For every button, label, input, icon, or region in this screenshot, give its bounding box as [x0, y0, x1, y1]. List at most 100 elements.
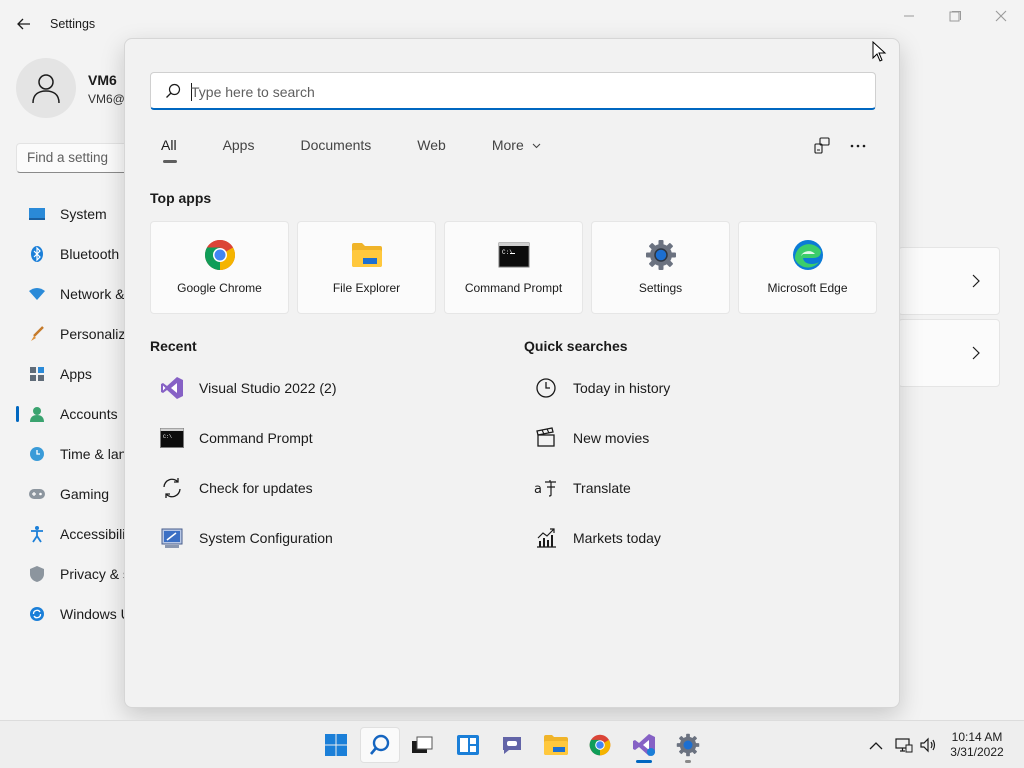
widgets-icon: [457, 735, 479, 755]
tab-apps[interactable]: Apps: [212, 137, 266, 165]
system-clock[interactable]: 10:14 AM 3/31/2022: [940, 730, 1014, 760]
minimize-button[interactable]: [894, 8, 924, 28]
recent-item-label: Visual Studio 2022 (2): [199, 380, 337, 396]
network-icon: [26, 283, 48, 305]
sidebar-item-label: Apps: [60, 366, 92, 382]
search-tabs: All Apps Documents Web More: [150, 137, 576, 165]
search-box[interactable]: [150, 72, 876, 110]
profile-name: VM6: [88, 72, 117, 88]
sidebar-item-label: Bluetooth: [60, 246, 120, 262]
top-app-edge[interactable]: Microsoft Edge: [738, 221, 877, 314]
gear-icon: [644, 238, 678, 272]
tab-more[interactable]: More: [481, 137, 552, 165]
running-indicator: [636, 760, 652, 763]
sidebar-item-label: Gaming: [60, 486, 110, 502]
top-app-label: Command Prompt: [464, 281, 563, 295]
gaming-icon: [26, 483, 48, 505]
system-configuration-icon: [158, 524, 186, 552]
maximize-button[interactable]: [940, 8, 970, 28]
speaker-icon: [920, 737, 936, 753]
taskbar: 10:14 AM 3/31/2022: [0, 720, 1024, 768]
search-icon: [166, 83, 181, 98]
taskbar-visual-studio-button[interactable]: [624, 727, 664, 763]
tab-all[interactable]: All: [150, 137, 188, 165]
taskbar-chrome-button[interactable]: [580, 727, 620, 763]
privacy-icon: [26, 563, 48, 585]
quick-item-translate[interactable]: a Translate: [524, 463, 864, 513]
sidebar-item-label: System: [60, 206, 107, 222]
recent-heading: Recent: [150, 338, 197, 354]
chevron-down-icon: [532, 143, 541, 149]
top-app-chrome[interactable]: Google Chrome: [150, 221, 289, 314]
search-icon: [370, 734, 390, 755]
task-view-icon: [412, 736, 433, 753]
taskbar-file-explorer-button[interactable]: [536, 727, 576, 763]
taskbar-search-button[interactable]: [360, 727, 400, 763]
recent-item-check-updates[interactable]: Check for updates: [150, 463, 490, 513]
avatar[interactable]: [16, 58, 76, 118]
quick-item-new-movies[interactable]: New movies: [524, 413, 864, 463]
close-icon: [995, 10, 1007, 22]
quick-searches-list: Today in history New movies a Translate …: [524, 363, 864, 563]
network-monitor-icon: [895, 738, 913, 753]
svg-text:C:\: C:\: [163, 434, 172, 440]
search-input[interactable]: [191, 81, 851, 103]
taskbar-chat-button[interactable]: [492, 727, 532, 763]
windows-update-icon: [26, 603, 48, 625]
recent-item-command-prompt[interactable]: C:\ Command Prompt: [150, 413, 490, 463]
taskbar-settings-button[interactable]: [668, 727, 708, 763]
top-app-label: Microsoft Edge: [767, 281, 848, 295]
profile-email: VM6@: [88, 92, 125, 106]
tab-documents[interactable]: Documents: [289, 137, 382, 165]
chevron-right-icon: [972, 274, 980, 288]
close-button[interactable]: [986, 8, 1016, 28]
clock-icon: [532, 374, 560, 402]
taskbar-task-view-button[interactable]: [402, 727, 442, 763]
connected-devices-icon: [814, 137, 830, 154]
chrome-icon: [203, 238, 237, 272]
cmd-icon: C:\: [158, 424, 186, 452]
mouse-cursor-icon: [872, 41, 887, 62]
volume-button[interactable]: [918, 735, 938, 755]
user-icon: [32, 74, 60, 104]
settings-card[interactable]: [898, 319, 1000, 387]
back-button[interactable]: [14, 14, 34, 34]
recent-item-label: Check for updates: [199, 480, 313, 496]
accounts-icon: [26, 403, 48, 425]
taskbar-widgets-button[interactable]: [448, 727, 488, 763]
show-hidden-icons-button[interactable]: [866, 735, 886, 755]
clapperboard-icon: [532, 424, 560, 452]
clock-date: 3/31/2022: [950, 745, 1004, 759]
recent-item-system-configuration[interactable]: System Configuration: [150, 513, 490, 563]
windows-logo-icon: [325, 734, 347, 756]
network-status-button[interactable]: [894, 735, 914, 755]
top-app-label: File Explorer: [332, 281, 401, 295]
chat-icon: [503, 737, 521, 754]
more-options-button[interactable]: [847, 135, 869, 157]
sidebar-item-label: Network &: [60, 286, 125, 302]
quick-item-markets-today[interactable]: Markets today: [524, 513, 864, 563]
top-app-label: Settings: [638, 281, 683, 295]
top-app-file-explorer[interactable]: File Explorer: [297, 221, 436, 314]
top-app-command-prompt[interactable]: C:\ Command Prompt: [444, 221, 583, 314]
top-apps-heading: Top apps: [150, 190, 212, 206]
taskbar-start-button[interactable]: [316, 727, 356, 763]
edge-icon: [791, 238, 825, 272]
search-flyout: All Apps Documents Web More Top apps: [124, 38, 900, 708]
share-device-button[interactable]: [811, 135, 833, 157]
top-app-settings[interactable]: Settings: [591, 221, 730, 314]
sidebar-item-label: Windows U: [60, 606, 131, 622]
chrome-icon: [589, 734, 611, 756]
bluetooth-icon: [26, 243, 48, 265]
translate-icon: a: [532, 474, 560, 502]
chart-icon: [532, 524, 560, 552]
tab-web[interactable]: Web: [406, 137, 457, 165]
folder-icon: [544, 735, 568, 755]
personalization-icon: [26, 323, 48, 345]
sidebar-item-label: Accessibilit: [60, 526, 130, 542]
quick-item-today-in-history[interactable]: Today in history: [524, 363, 864, 413]
settings-card[interactable]: [898, 247, 1000, 315]
restore-icon: [949, 11, 961, 22]
visual-studio-icon: [633, 734, 655, 756]
recent-item-visual-studio[interactable]: Visual Studio 2022 (2): [150, 363, 490, 413]
